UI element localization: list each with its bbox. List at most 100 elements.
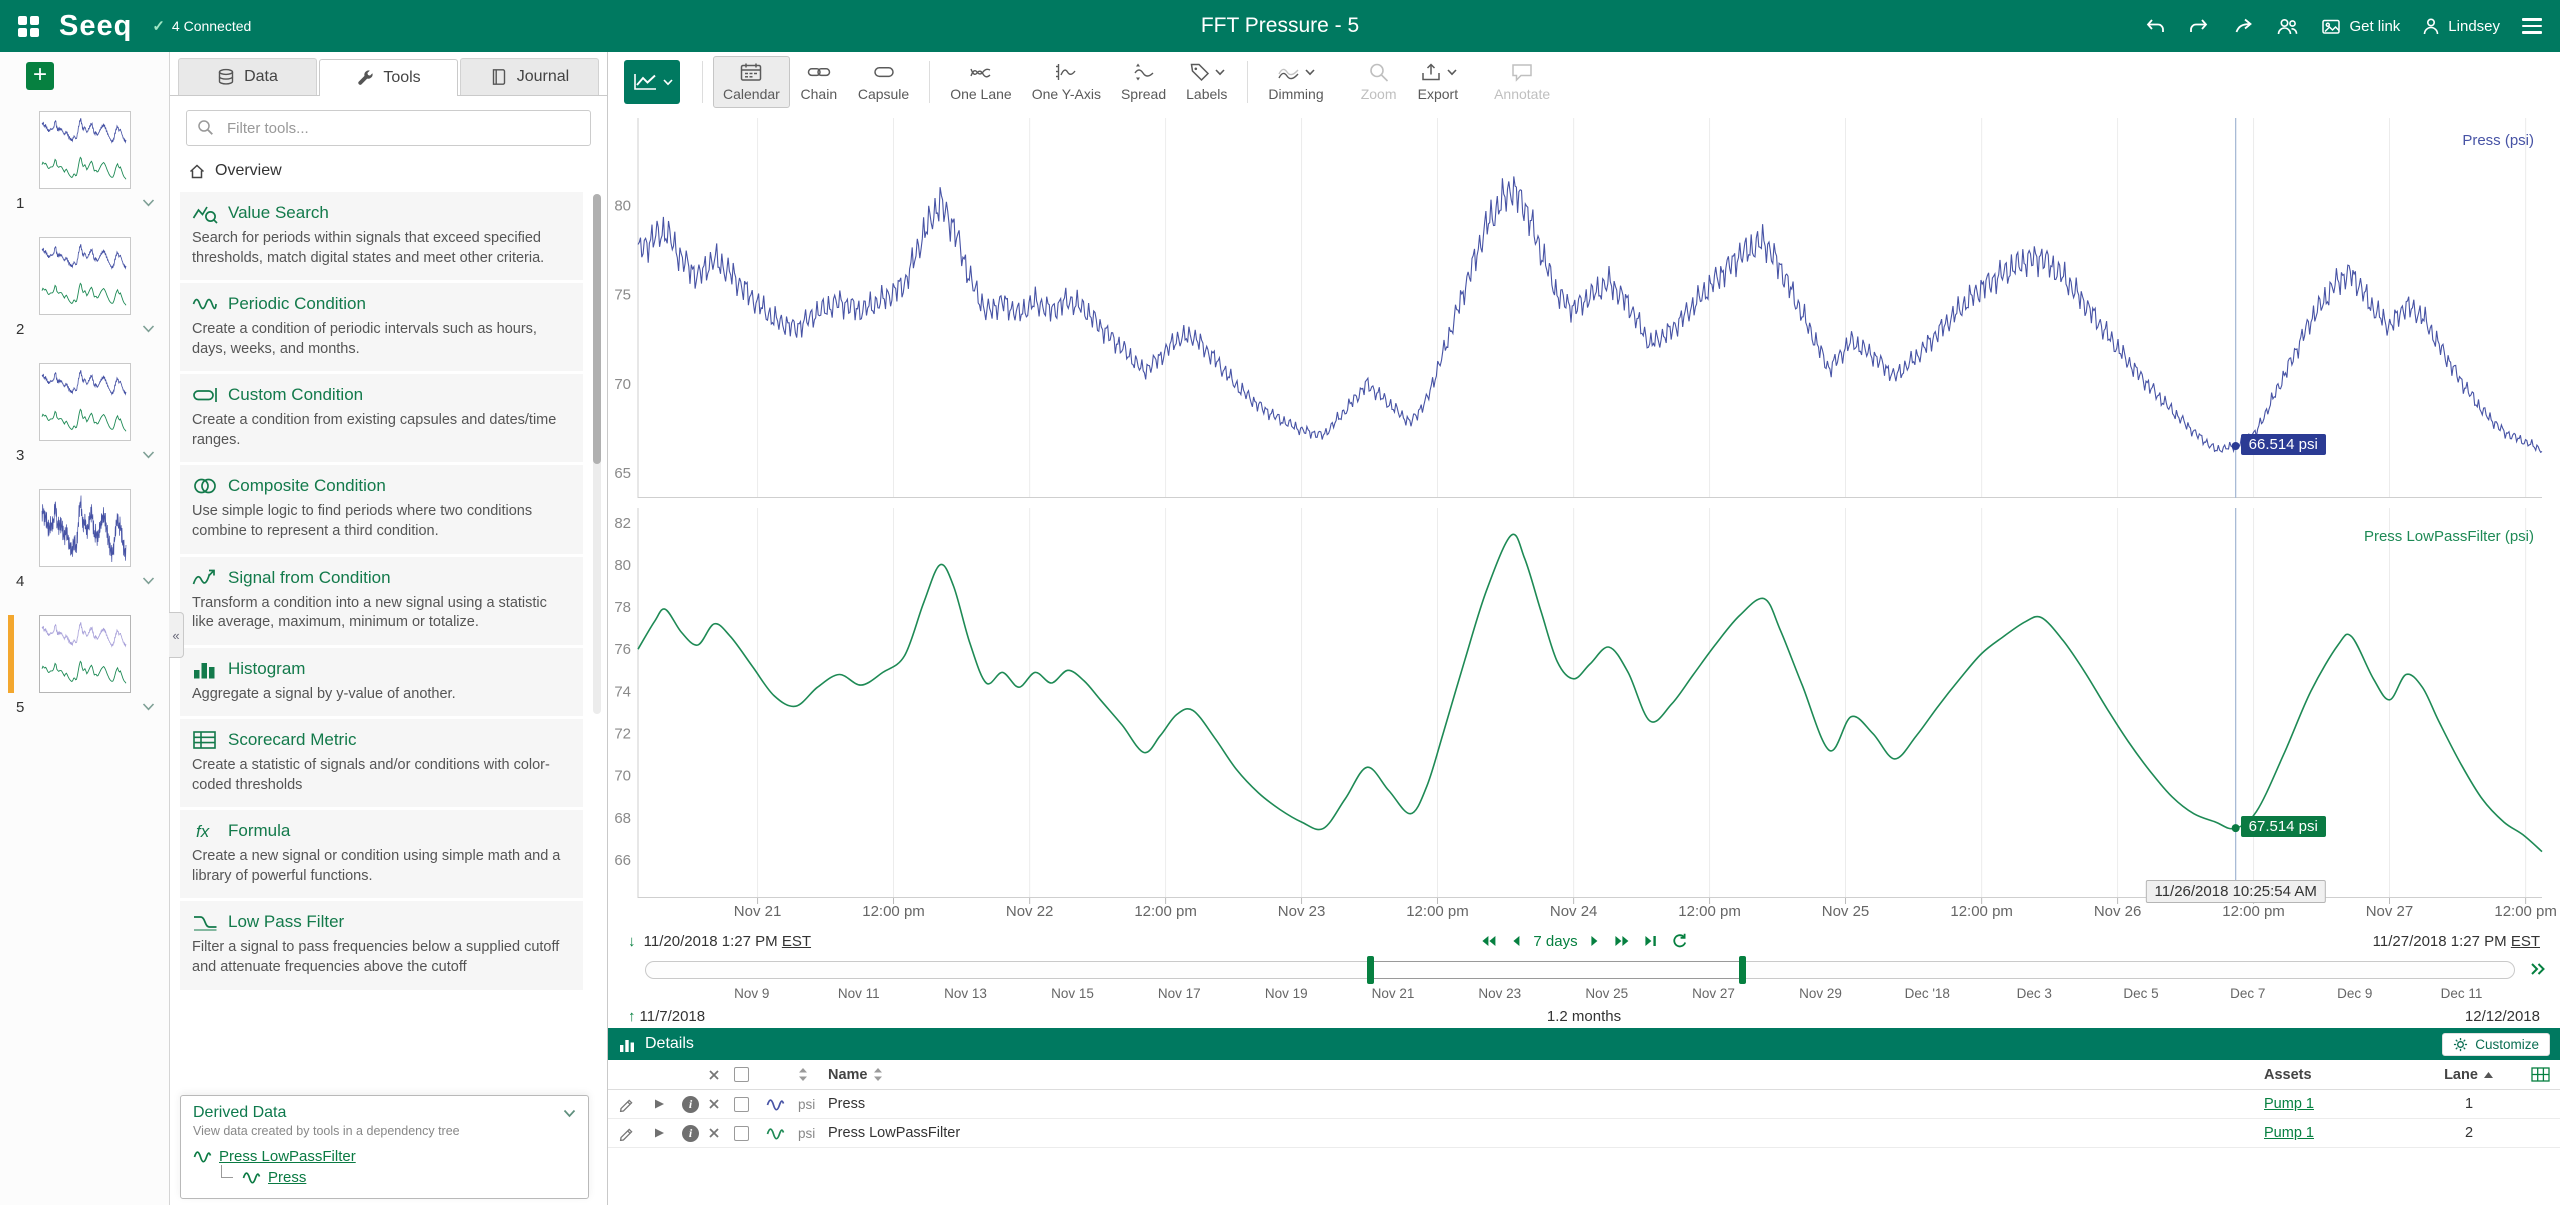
slider-handle-left[interactable]	[1367, 956, 1374, 984]
toolbar-export-button[interactable]: Export	[1408, 56, 1468, 108]
toolbar-chain-button[interactable]: Chain	[790, 56, 848, 108]
select-all-checkbox[interactable]	[734, 1067, 749, 1082]
worksheet-thumbnail-1[interactable]	[39, 111, 131, 189]
selected-range[interactable]	[1370, 961, 1744, 979]
sort-icon[interactable]	[873, 1067, 883, 1082]
investigate-duration[interactable]: 1.2 months	[1547, 1008, 1621, 1025]
app-grid-button[interactable]	[18, 16, 39, 37]
display-range-start[interactable]: ↓ 11/20/2018 1:27 PM EST	[628, 933, 811, 950]
column-chooser-icon[interactable]	[2531, 1067, 2560, 1082]
investigate-end[interactable]: 12/12/2018	[2465, 1008, 2540, 1025]
worksheet-menu-chevron[interactable]	[142, 325, 155, 333]
step-forward-button[interactable]	[1590, 934, 1602, 948]
tool-signal-from-condition[interactable]: Signal from ConditionTransform a conditi…	[180, 557, 583, 648]
investigate-start[interactable]: ↑11/7/2018	[628, 1008, 705, 1025]
hamburger-menu-icon[interactable]	[2522, 14, 2542, 38]
worksheet-item-2: 2	[0, 237, 169, 339]
derived-item[interactable]: Press LowPassFilter	[193, 1146, 576, 1167]
redo-icon[interactable]	[2188, 17, 2210, 35]
item-name[interactable]: Press LowPassFilter	[828, 1125, 2264, 1141]
navigate-icon[interactable]	[652, 1097, 682, 1111]
tool-formula[interactable]: fxFormulaCreate a new signal or conditio…	[180, 810, 583, 901]
investigate-range-slider[interactable]	[608, 958, 2560, 984]
tool-composite-condition[interactable]: Composite ConditionUse simple logic to f…	[180, 465, 583, 556]
info-icon[interactable]: i	[682, 1096, 699, 1113]
tab-tools[interactable]: Tools	[319, 59, 458, 96]
remove-icon[interactable]	[708, 1127, 734, 1139]
tool-panel-scrollbar[interactable]	[593, 194, 601, 714]
worksheet-thumbnail-5[interactable]	[39, 615, 131, 693]
slider-date-label: Dec '18	[1905, 986, 1950, 1001]
connection-status[interactable]: ✓ 4 Connected	[152, 17, 251, 35]
remove-icon[interactable]	[708, 1098, 734, 1110]
undo-icon[interactable]	[2144, 17, 2166, 35]
user-menu[interactable]: Lindsey	[2422, 17, 2500, 35]
step-size-label[interactable]: 7 days	[1533, 933, 1577, 950]
forward-share-icon[interactable]	[2232, 17, 2254, 35]
slider-handle-right[interactable]	[1739, 956, 1746, 984]
row-checkbox[interactable]	[734, 1126, 749, 1141]
add-worksheet-button[interactable]: +	[26, 62, 54, 90]
toolbar-one-y-axis-button[interactable]: One Y-Axis	[1022, 56, 1111, 108]
step-back-button[interactable]	[1509, 934, 1521, 948]
worksheet-thumbnail-3[interactable]	[39, 363, 131, 441]
item-name[interactable]: Press	[828, 1096, 2264, 1112]
sort-icon[interactable]	[798, 1067, 828, 1082]
toolbar-spread-button[interactable]: Spread	[1111, 56, 1176, 108]
customize-button[interactable]: Customize	[2442, 1033, 2550, 1056]
overview-link[interactable]: Overview	[170, 152, 607, 192]
worksheet-thumbnail-2[interactable]	[39, 237, 131, 315]
row-checkbox[interactable]	[734, 1097, 749, 1112]
trend-view-dropdown[interactable]	[624, 60, 680, 104]
trend-chart[interactable]: 80757065 828078767472706866 Press (psi) …	[608, 112, 2560, 924]
tool-low-pass-filter[interactable]: Low Pass FilterFilter a signal to pass f…	[180, 901, 583, 992]
toolbar-one-lane-button[interactable]: One Lane	[940, 56, 1022, 108]
worksheet-sparkline	[40, 364, 130, 440]
worksheet-thumbnail-4[interactable]	[39, 489, 131, 567]
worksheet-menu-chevron[interactable]	[142, 199, 155, 207]
remove-all-icon[interactable]	[708, 1069, 734, 1081]
home-icon	[188, 163, 206, 179]
toolbar-labels-button[interactable]: Labels	[1176, 56, 1237, 108]
name-column-header[interactable]: Name	[828, 1067, 2264, 1083]
lane-column-header[interactable]: Lane	[2424, 1067, 2514, 1083]
info-icon[interactable]: i	[682, 1125, 699, 1142]
tool-periodic-condition[interactable]: Periodic ConditionCreate a condition of …	[180, 283, 583, 374]
filter-tools-input[interactable]	[186, 110, 591, 146]
edit-icon[interactable]	[618, 1125, 652, 1141]
asset-link[interactable]: Pump 1	[2264, 1125, 2424, 1141]
user-name-label: Lindsey	[2448, 18, 2500, 35]
toolbar-capsule-button[interactable]: Capsule	[848, 56, 919, 108]
toolbar-calendar-button[interactable]: Calendar	[713, 56, 790, 108]
assets-column-header[interactable]: Assets	[2264, 1067, 2424, 1083]
tool-scorecard-metric[interactable]: Scorecard MetricCreate a statistic of si…	[180, 719, 583, 810]
toolbar-dimming-button[interactable]: Dimming	[1258, 56, 1333, 108]
worksheet-menu-chevron[interactable]	[142, 451, 155, 459]
derived-data-toggle[interactable]: Derived Data	[193, 1104, 576, 1122]
edit-icon[interactable]	[618, 1096, 652, 1112]
timezone-link[interactable]: EST	[2511, 933, 2540, 950]
tab-data[interactable]: Data	[178, 58, 317, 95]
timezone-link[interactable]: EST	[782, 933, 811, 950]
navigate-icon[interactable]	[652, 1126, 682, 1140]
asset-link[interactable]: Pump 1	[2264, 1096, 2424, 1112]
step-to-end-button[interactable]	[1644, 934, 1660, 948]
display-range-end[interactable]: 11/27/2018 1:27 PM EST	[2373, 933, 2540, 950]
refresh-button[interactable]	[1672, 933, 1689, 949]
tool-custom-condition[interactable]: Custom ConditionCreate a condition from …	[180, 374, 583, 465]
get-link-button[interactable]: Get link	[2321, 18, 2400, 35]
collapse-panel-handle[interactable]: «	[169, 612, 184, 658]
step-forward-fast-button[interactable]	[1614, 934, 1632, 948]
worksheet-menu-chevron[interactable]	[142, 577, 155, 585]
users-icon[interactable]	[2276, 17, 2299, 35]
expand-range-icon[interactable]	[2530, 962, 2546, 976]
tab-journal[interactable]: Journal	[460, 58, 599, 95]
seeq-logo[interactable]: Seeq	[59, 10, 132, 43]
trend-lane-lowpass[interactable]: 828078767472706866	[608, 508, 2560, 906]
step-back-fast-button[interactable]	[1479, 934, 1497, 948]
worksheet-menu-chevron[interactable]	[142, 703, 155, 711]
tool-histogram[interactable]: HistogramAggregate a signal by y-value o…	[180, 648, 583, 720]
tool-value-search[interactable]: Value SearchSearch for periods within si…	[180, 192, 583, 283]
slider-track[interactable]	[645, 961, 2515, 979]
derived-item[interactable]: Press	[219, 1167, 576, 1188]
